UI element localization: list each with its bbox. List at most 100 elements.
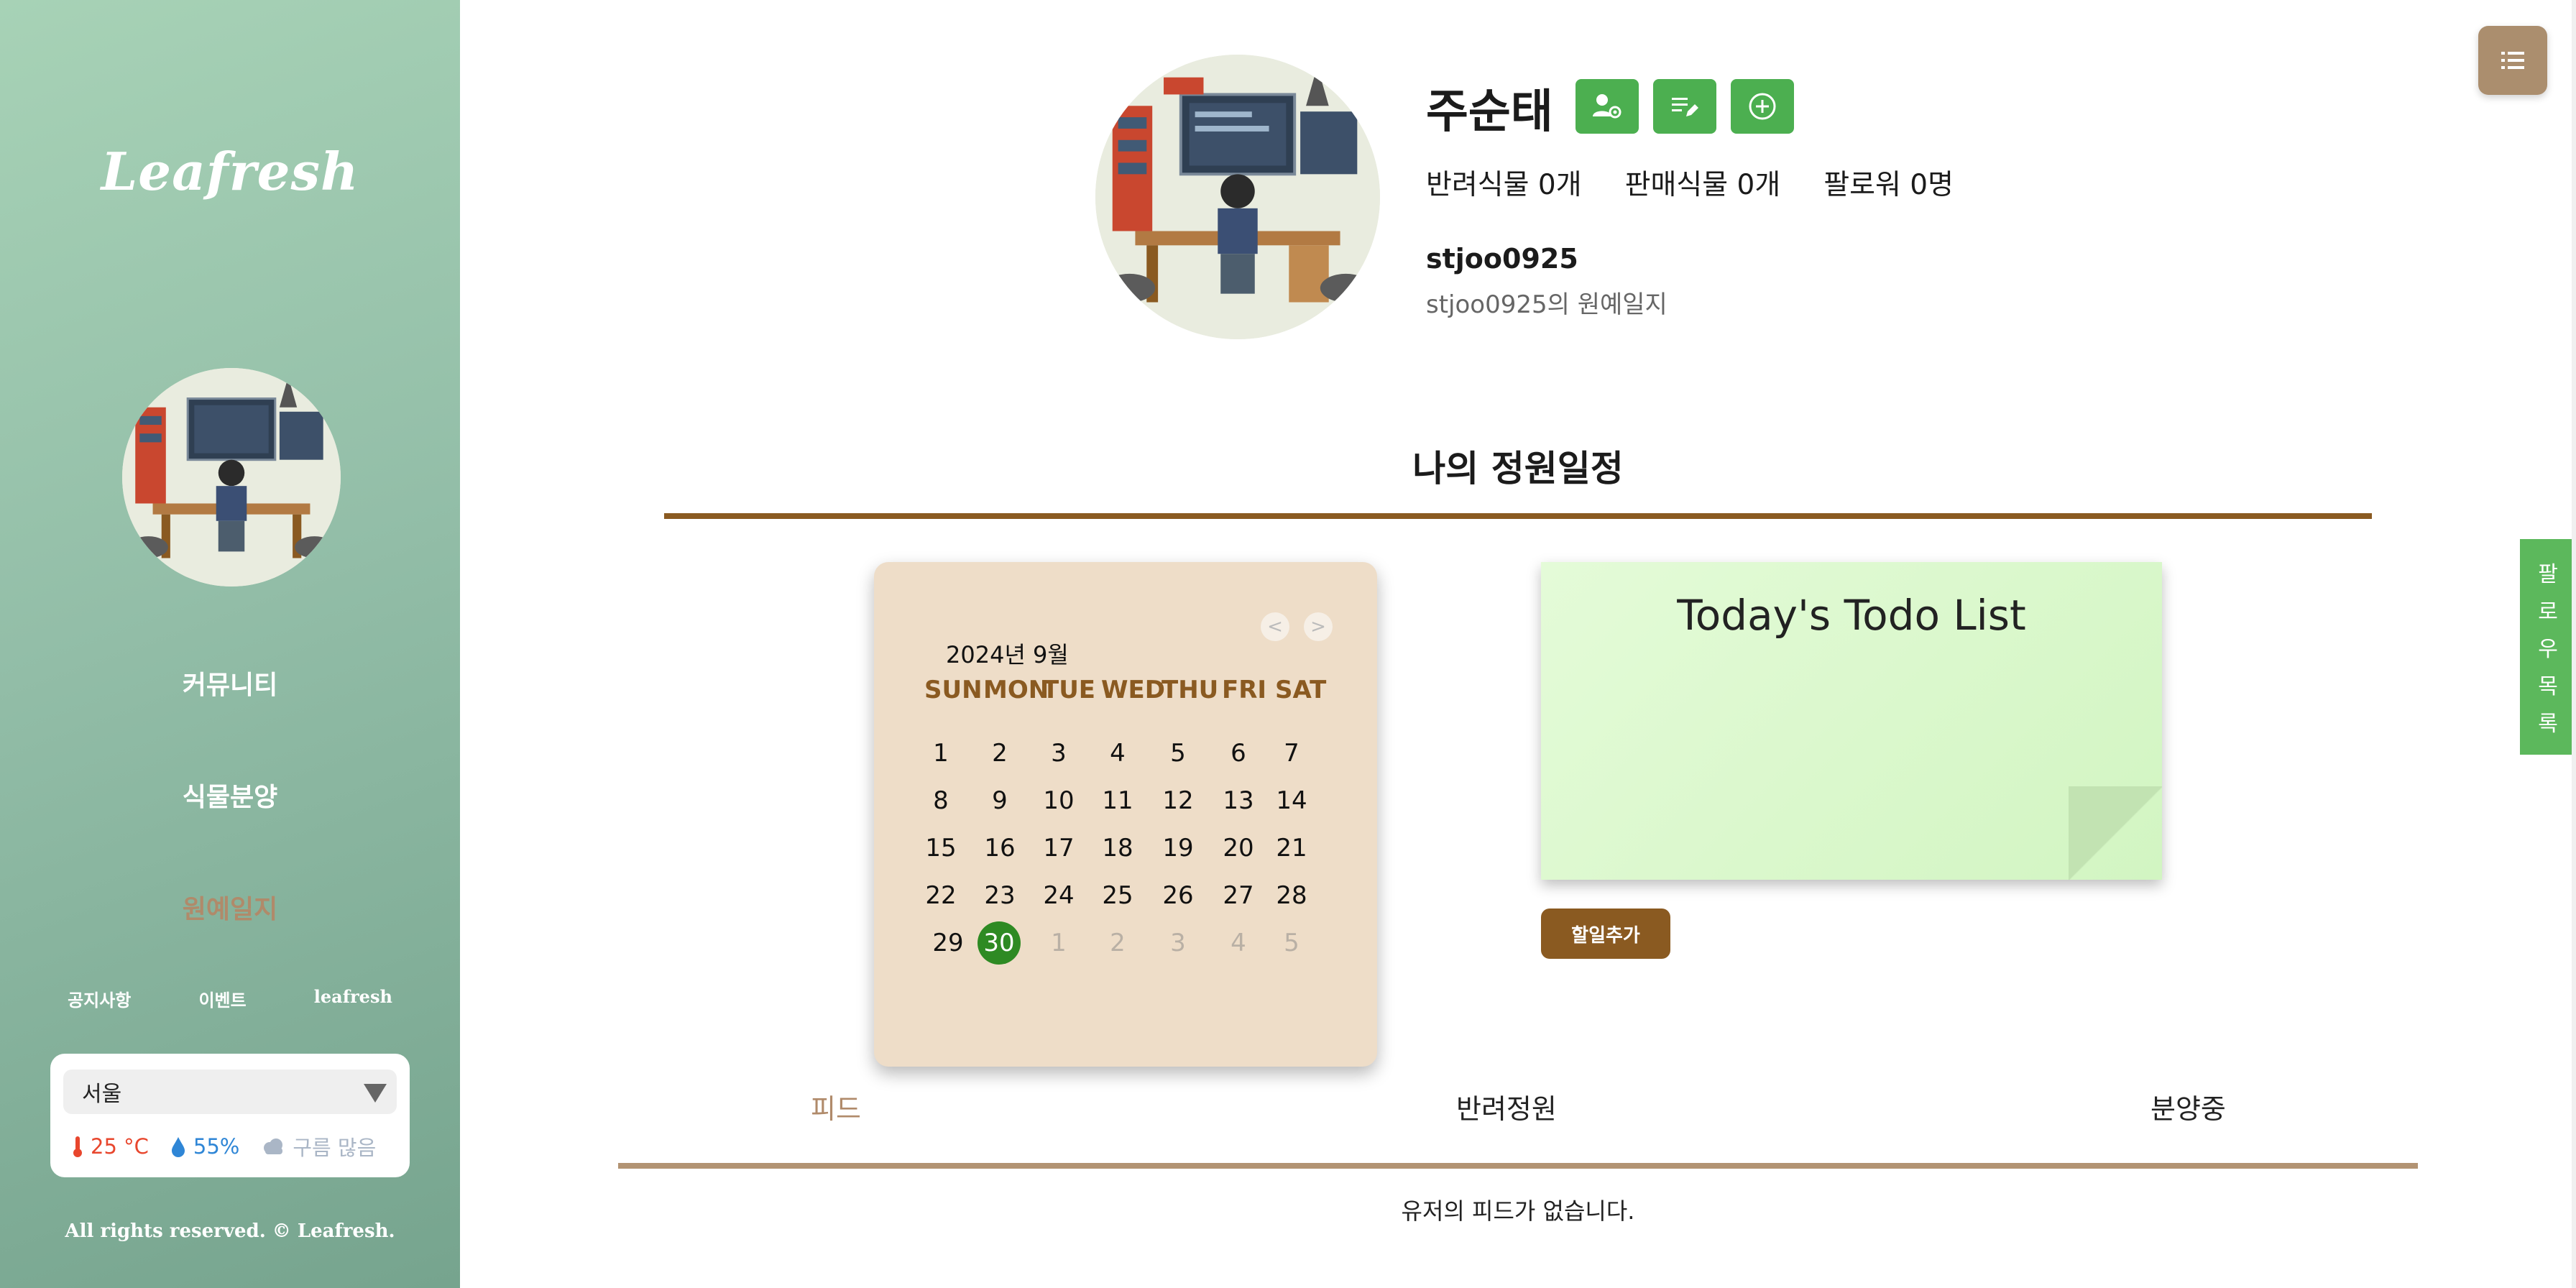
nav-community[interactable]: 커뮤니티 [0, 664, 460, 702]
follow-list-char: 우 [2538, 637, 2558, 662]
tab-for-sale[interactable]: 분양중 [2150, 1087, 2226, 1126]
add-button[interactable] [1731, 79, 1794, 134]
calendar-day[interactable]: 18 [1092, 828, 1143, 868]
calendar-day[interactable]: 3 [1034, 733, 1084, 773]
calendar-day[interactable]: 22 [916, 875, 966, 916]
profile-username: stjoo0925 [1426, 243, 1578, 275]
calendar-day[interactable]: 9 [975, 781, 1025, 821]
stat-companion-plants[interactable]: 반려식물 0개 [1426, 162, 1582, 203]
calendar-day[interactable]: 20 [1213, 828, 1264, 868]
humidity: 55% [170, 1134, 239, 1159]
nav-garden-journal[interactable]: 원예일지 [0, 888, 460, 926]
calendar-day[interactable]: 1 [1034, 923, 1084, 963]
profile-subtitle: stjoo0925의 원예일지 [1426, 290, 1668, 319]
city-select-value: 서울 [82, 1082, 122, 1107]
calendar-weekday: MON [983, 676, 1049, 704]
calendar-day[interactable]: 13 [1213, 781, 1264, 821]
sidebar: Leafresh 커뮤니티 식물분양 원예일지 공지사항 이벤트 leafres… [0, 0, 460, 1288]
plus-circle-icon [1749, 93, 1776, 120]
profile-name: 주순태 [1426, 86, 1553, 139]
calendar-day[interactable]: 1 [916, 733, 966, 773]
calendar-day[interactable]: 2 [975, 733, 1025, 773]
calendar-prev-button[interactable]: < [1261, 612, 1289, 641]
calendar-day[interactable]: 2 [1092, 923, 1143, 963]
edit-note-icon [1672, 98, 1698, 116]
calendar-day[interactable]: 5 [1153, 733, 1203, 773]
calendar-day[interactable]: 19 [1153, 828, 1203, 868]
section-divider [664, 513, 2372, 519]
page-curl [2069, 786, 2162, 880]
copyright: All rights reserved. © Leafresh. [65, 1220, 395, 1242]
calendar-day[interactable]: 26 [1153, 875, 1203, 916]
follow-list-char: 록 [2538, 712, 2558, 737]
calendar-day[interactable]: 27 [1213, 875, 1264, 916]
todo-title: Today's Todo List [1677, 591, 2026, 640]
tab-underline [618, 1163, 2418, 1169]
humidity-value: 55% [193, 1134, 240, 1159]
calendar-day[interactable]: 17 [1034, 828, 1084, 868]
calendar-day[interactable]: 24 [1034, 875, 1084, 916]
link-leafresh[interactable]: leafresh [314, 986, 392, 1011]
calendar-day[interactable]: 10 [1034, 781, 1084, 821]
calendar-next-button[interactable]: > [1304, 612, 1333, 641]
cloud-icon [264, 1138, 283, 1154]
calendar-day[interactable]: 7 [1266, 733, 1317, 773]
chevron-down-icon [364, 1084, 387, 1103]
sky-condition: 구름 많음 [261, 1131, 376, 1162]
sidebar-avatar[interactable] [122, 368, 341, 586]
user-gear-icon [1593, 94, 1622, 119]
calendar-day[interactable]: 23 [975, 875, 1025, 916]
add-todo-button[interactable]: 할일추가 [1541, 908, 1670, 959]
calendar-day[interactable]: 3 [1153, 923, 1203, 963]
calendar-day[interactable]: 28 [1266, 875, 1317, 916]
sidebar-footer-links: 공지사항 이벤트 leafresh [0, 986, 460, 1011]
scrollbar-track[interactable] [2572, 0, 2576, 1288]
follow-list-char: 목 [2538, 674, 2558, 699]
profile-avatar [1095, 55, 1380, 339]
stat-selling-plants[interactable]: 판매식물 0개 [1625, 162, 1781, 203]
calendar-day[interactable]: 16 [975, 828, 1025, 868]
todo-card: Today's Todo List [1541, 562, 2162, 880]
profile-stats: 반려식물 0개 판매식물 0개 팔로워 0명 [1426, 162, 1954, 203]
list-menu-button[interactable] [2478, 26, 2547, 95]
calendar-day[interactable]: 25 [1092, 875, 1143, 916]
link-notice[interactable]: 공지사항 [68, 986, 131, 1011]
list-icon [2501, 52, 2524, 69]
stat-followers[interactable]: 팔로워 0명 [1823, 162, 1954, 203]
calendar-day[interactable]: 8 [916, 781, 966, 821]
calendar-day[interactable]: 21 [1266, 828, 1317, 868]
user-settings-button[interactable] [1576, 79, 1639, 134]
calendar-day[interactable]: 30 [978, 921, 1021, 965]
temperature: 25 °C [72, 1134, 149, 1159]
link-event[interactable]: 이벤트 [198, 986, 246, 1011]
city-select[interactable]: 서울 [63, 1070, 397, 1114]
thermometer-icon [73, 1136, 82, 1157]
calendar-day[interactable]: 12 [1153, 781, 1203, 821]
calendar-day[interactable]: 4 [1213, 923, 1264, 963]
brand-logo[interactable]: Leafresh [0, 141, 460, 202]
feed-empty-message: 유저의 피드가 없습니다. [1401, 1197, 1635, 1225]
temperature-value: 25 °C [91, 1134, 149, 1159]
calendar-weekday: SAT [1275, 676, 1327, 704]
calendar: 2024년 9월 < > SUN MON TUE WED THU FRI SAT 1 2 3 4 5 6… [874, 562, 1377, 1067]
schedule-title: 나의 정원일정 [1412, 448, 1624, 489]
calendar-weekday: FRI [1222, 676, 1267, 704]
calendar-day[interactable]: 15 [916, 828, 966, 868]
calendar-day[interactable]: 14 [1266, 781, 1317, 821]
sky-condition-value: 구름 많음 [293, 1136, 377, 1160]
calendar-weekday: SUN [924, 676, 983, 704]
edit-profile-button[interactable] [1653, 79, 1716, 134]
calendar-day[interactable]: 5 [1266, 923, 1317, 963]
tab-feed[interactable]: 피드 [811, 1087, 861, 1126]
calendar-weekday: WED [1101, 676, 1165, 704]
follow-list-char: 로 [2538, 599, 2558, 625]
weather-info: 25 °C 55% 구름 많음 [72, 1131, 376, 1162]
calendar-day[interactable]: 4 [1092, 733, 1143, 773]
calendar-day[interactable]: 11 [1092, 781, 1143, 821]
tab-companion-garden[interactable]: 반려정원 [1456, 1087, 1557, 1126]
calendar-day[interactable]: 29 [923, 923, 973, 963]
follow-list-tab[interactable]: 팔 로 우 목 록 [2520, 539, 2576, 755]
calendar-day[interactable]: 6 [1213, 733, 1264, 773]
nav-plant-adoption[interactable]: 식물분양 [0, 776, 460, 814]
weather-widget: 서울 25 °C 55% 구름 많음 [50, 1054, 410, 1177]
